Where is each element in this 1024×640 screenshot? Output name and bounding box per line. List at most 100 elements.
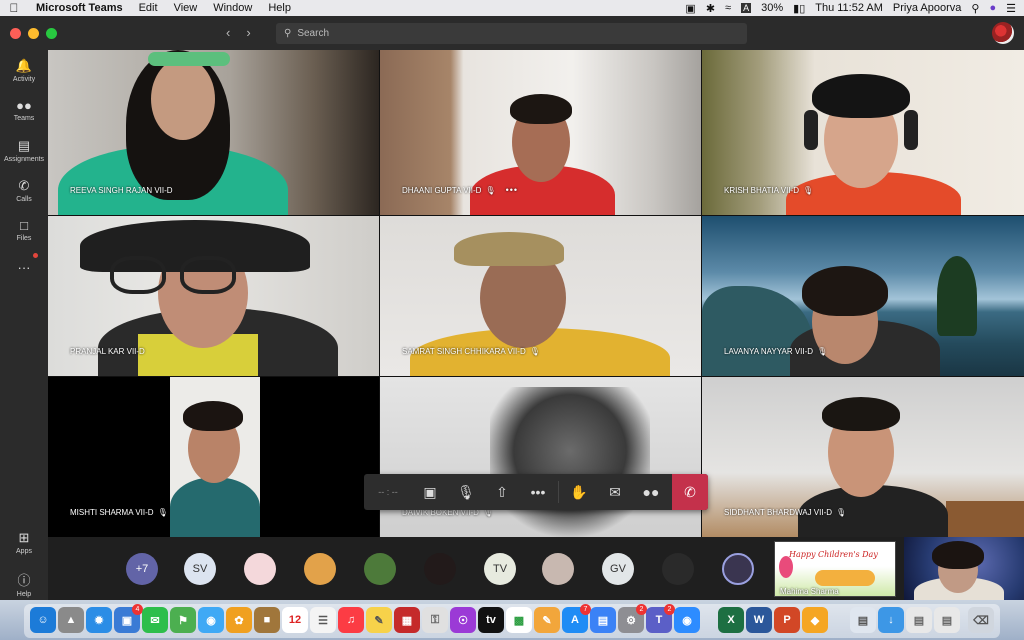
system-preferences-icon[interactable]: ⚙ 2 (618, 604, 647, 633)
calendar-icon[interactable]: 12 (282, 607, 308, 633)
avatar[interactable] (304, 553, 336, 585)
podcasts-icon[interactable]: ☉ (450, 607, 476, 633)
excel-icon[interactable]: X (718, 607, 744, 633)
profile-avatar[interactable] (992, 22, 1014, 44)
shared-content-owner: Mahima Sharma (780, 587, 839, 596)
documents-stack-icon[interactable]: ▤ (906, 607, 932, 633)
menubar-user[interactable]: Priya Apoorva (893, 2, 961, 14)
menu-app-name[interactable]: Microsoft Teams (28, 0, 131, 16)
siri-icon[interactable]: ● (989, 2, 996, 14)
wifi-icon[interactable]: ≈ (725, 2, 731, 14)
word-icon[interactable]: W (746, 607, 772, 633)
screenshots-stack-icon[interactable]: ▤ (934, 607, 960, 633)
hang-up-button[interactable]: ✆ (672, 474, 708, 510)
video-tile[interactable]: SIDDHANT BHARDWAJ VII-D 🎙 (702, 377, 1024, 537)
photo-booth-icon[interactable]: ▦ (394, 607, 420, 633)
more-icon: ··· (17, 260, 31, 275)
facetime-icon[interactable]: ◉ (198, 607, 224, 633)
video-tile[interactable]: MISHTI SHARMA VII-D 🎙 (48, 377, 379, 537)
zoom-window-button[interactable] (46, 27, 57, 39)
forward-arrow-icon[interactable]: › (246, 25, 250, 40)
minimize-window-button[interactable] (28, 27, 39, 39)
mic-muted-icon: 🎙 (802, 186, 814, 195)
video-tile[interactable]: KRISH BHATIA VII-D 🎙 (702, 50, 1024, 215)
video-tile[interactable]: SAMRAT SINGH CHHIKARA VII-D 🎙 (380, 216, 701, 376)
bluetooth-icon[interactable]: ✱ (706, 2, 715, 15)
video-tile[interactable]: PRANJAL KAR VII-D (48, 216, 379, 376)
recent-document-icon[interactable]: ▤ (850, 607, 876, 633)
avatar[interactable] (364, 553, 396, 585)
finder-icon[interactable]: ☺ (30, 607, 56, 633)
keynote-icon[interactable]: ▤ (590, 607, 616, 633)
reminders-icon[interactable]: ☰ (310, 607, 336, 633)
avatar[interactable]: TV (484, 553, 516, 585)
rail-item-teams[interactable]: ●● Teams (0, 98, 48, 122)
avatar[interactable] (722, 553, 754, 585)
input-source-icon[interactable]: A (741, 3, 752, 13)
apple-icon[interactable]:  (0, 1, 28, 15)
participants-icon: ●● (642, 484, 660, 500)
avatar[interactable]: GV (602, 553, 634, 585)
avatar[interactable] (244, 553, 276, 585)
powerpoint-icon[interactable]: P (774, 607, 800, 633)
rail-item-assignments[interactable]: ▤ Assignments (0, 138, 48, 163)
maps-icon[interactable]: ⚑ (170, 607, 196, 633)
downloads-folder-icon[interactable]: ↓ (878, 607, 904, 633)
numbers-icon[interactable]: ▩ (506, 607, 532, 633)
show-chat-button[interactable]: ✉ (597, 474, 633, 510)
menubar-clock[interactable]: Thu 11:52 AM (815, 2, 883, 14)
camera-toggle-button[interactable]: ▣ (412, 474, 448, 510)
photos-icon[interactable]: ✿ (226, 607, 252, 633)
show-participants-button[interactable]: ●● (633, 474, 669, 510)
music-icon[interactable]: ♫ (338, 607, 364, 633)
rail-item-apps[interactable]: ⊞ Apps (0, 530, 48, 555)
menu-edit[interactable]: Edit (131, 0, 166, 16)
safari-icon[interactable]: ✹ (86, 607, 112, 633)
photos-booth-icon[interactable]: ▣ 4 (114, 604, 143, 633)
video-tile[interactable]: DHAANI GUPTA VII-D 🎙 ••• (380, 50, 701, 215)
control-center-icon[interactable]: ☰ (1006, 2, 1016, 15)
avatar[interactable] (424, 553, 456, 585)
contacts-icon[interactable]: ■ (254, 607, 280, 633)
keychain-icon[interactable]: ⚿ (422, 607, 448, 633)
video-tile[interactable]: DAIVIK BOKEN VII-D 🎙 (380, 377, 701, 537)
glyph-app-icon[interactable]: ◆ (802, 607, 828, 633)
menu-help[interactable]: Help (260, 0, 299, 16)
more-actions-button[interactable]: ••• (520, 474, 556, 510)
menu-view[interactable]: View (166, 0, 206, 16)
raise-hand-button[interactable]: ✋ (561, 474, 597, 510)
battery-icon[interactable]: ▮▯ (793, 2, 805, 15)
share-screen-button[interactable]: ⇧ (484, 474, 520, 510)
avatar[interactable] (662, 553, 694, 585)
messages-icon[interactable]: ✉ (142, 607, 168, 633)
video-tile[interactable]: REEVA SINGH RAJAN VII-D (48, 50, 379, 215)
app-store-icon[interactable]: A7 (562, 604, 591, 633)
search-bar[interactable]: ⚲ Search (276, 23, 747, 44)
zoom-icon[interactable]: ◉ (674, 607, 700, 633)
rail-item-help[interactable]: ⓘ Help (0, 570, 48, 598)
screen-mirror-icon[interactable]: ▣ (685, 2, 695, 15)
notes-icon[interactable]: ✎ (366, 607, 392, 633)
microsoft-teams-icon[interactable]: T2 (646, 604, 675, 633)
pages-icon[interactable]: ✎ (534, 607, 560, 633)
file-icon: □ (20, 218, 28, 233)
more-options-icon[interactable]: ••• (506, 185, 518, 195)
back-arrow-icon[interactable]: ‹ (226, 25, 230, 40)
self-video-preview[interactable] (904, 537, 1024, 600)
spotlight-icon[interactable]: ⚲ (971, 2, 979, 15)
overflow-participants-button[interactable]: +7 (126, 553, 158, 585)
mic-toggle-button[interactable]: 🎙 (448, 474, 484, 510)
menu-window[interactable]: Window (205, 0, 260, 16)
rail-item-files[interactable]: □ Files (0, 218, 48, 242)
shared-content-title: Happy Children's Day (789, 550, 878, 559)
rail-item-more[interactable]: ··· (0, 260, 48, 277)
close-window-button[interactable] (10, 27, 21, 39)
avatar[interactable]: SV (184, 553, 216, 585)
rail-item-activity[interactable]: 🔔 Activity (0, 58, 48, 83)
launchpad-icon[interactable]: ▲ (58, 607, 84, 633)
apple-tv-icon[interactable]: tv (478, 607, 504, 633)
rail-item-calls[interactable]: ✆ Calls (0, 178, 48, 203)
avatar[interactable] (542, 553, 574, 585)
video-tile[interactable]: LAVANYA NAYYAR VII-D 🎙 (702, 216, 1024, 376)
trash-icon[interactable]: ⌫ (968, 607, 994, 633)
